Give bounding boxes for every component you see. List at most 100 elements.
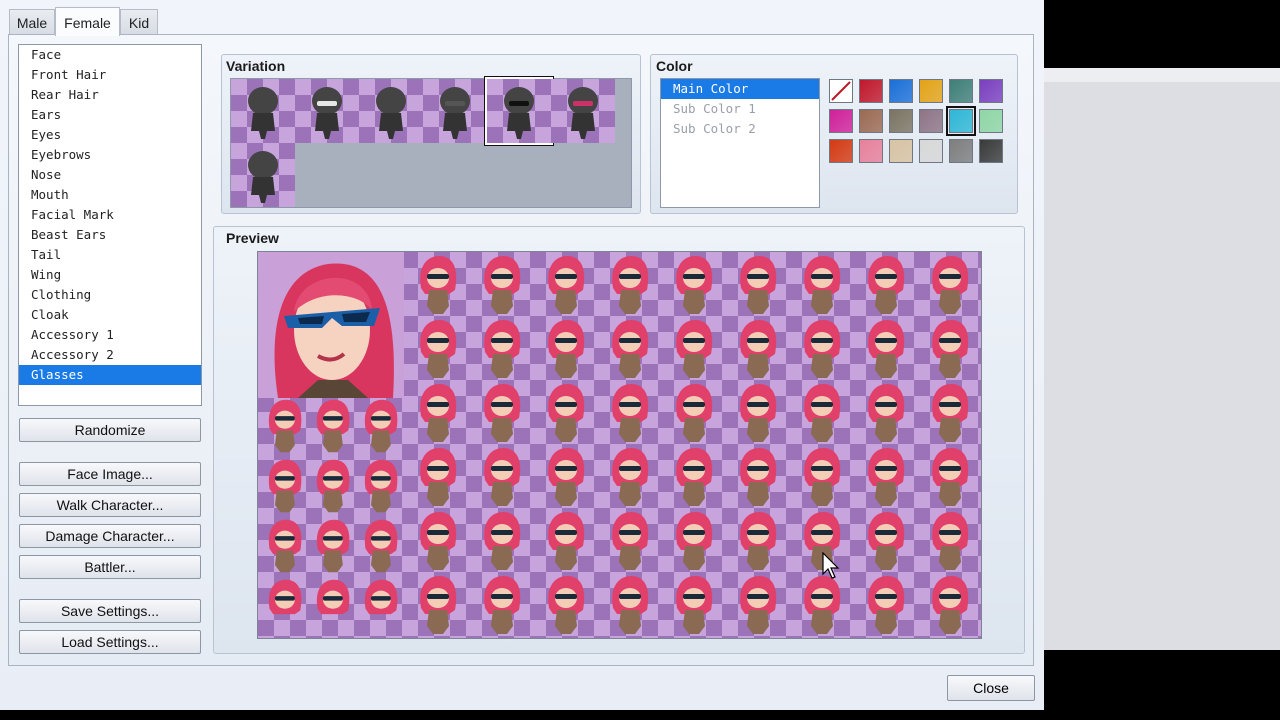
face-image-button[interactable]: Face Image... [19, 462, 201, 486]
tab-female[interactable]: Female [55, 7, 120, 36]
part-item-clothing[interactable]: Clothing [19, 285, 201, 305]
color-title: Color [656, 58, 693, 74]
character-sprite [539, 446, 591, 508]
character-sprite [795, 254, 847, 316]
character-sprite [795, 382, 847, 444]
character-sprite [731, 446, 783, 508]
character-sprite [475, 574, 527, 636]
variation-option[interactable] [551, 79, 615, 143]
part-item-nose[interactable]: Nose [19, 165, 201, 185]
color-swatch[interactable] [859, 109, 883, 133]
character-sprite [539, 510, 591, 572]
part-item-accessory-2[interactable]: Accessory 2 [19, 345, 201, 365]
color-item-sub-1[interactable]: Sub Color 1 [661, 99, 819, 119]
character-sprite [859, 382, 911, 444]
variation-option[interactable] [485, 77, 553, 145]
part-item-front-hair[interactable]: Front Hair [19, 65, 201, 85]
part-item-cloak[interactable]: Cloak [19, 305, 201, 325]
part-item-rear-hair[interactable]: Rear Hair [19, 85, 201, 105]
character-sprite [667, 574, 719, 636]
character-sprite [539, 574, 591, 636]
part-item-face[interactable]: Face [19, 45, 201, 65]
character-sprite [731, 574, 783, 636]
character-sprite [923, 574, 975, 636]
character-sprite [310, 458, 354, 514]
background-window [1044, 82, 1280, 650]
color-item-main[interactable]: Main Color [661, 79, 819, 99]
character-sprite [923, 382, 975, 444]
part-item-mouth[interactable]: Mouth [19, 185, 201, 205]
tab-male[interactable]: Male [9, 9, 55, 35]
variation-none-option[interactable] [231, 79, 295, 143]
character-sprite [731, 510, 783, 572]
color-swatch[interactable] [889, 109, 913, 133]
character-sprite [603, 574, 655, 636]
character-sprite [795, 446, 847, 508]
character-sprite [411, 510, 463, 572]
color-swatch[interactable] [979, 139, 1003, 163]
face-portrait [258, 252, 404, 398]
part-item-wing[interactable]: Wing [19, 265, 201, 285]
part-item-beast-ears[interactable]: Beast Ears [19, 225, 201, 245]
character-sprite [731, 318, 783, 380]
part-item-eyes[interactable]: Eyes [19, 125, 201, 145]
close-button[interactable]: Close [947, 675, 1035, 701]
character-sprite [859, 446, 911, 508]
color-swatch[interactable] [829, 139, 853, 163]
color-swatch[interactable] [859, 79, 883, 103]
character-sprite [731, 382, 783, 444]
color-swatch[interactable] [919, 109, 943, 133]
variation-option[interactable] [295, 79, 359, 143]
color-swatch[interactable] [889, 79, 913, 103]
character-sprite [859, 574, 911, 636]
color-swatch[interactable] [949, 79, 973, 103]
save-settings-button[interactable]: Save Settings... [19, 599, 201, 623]
character-sprite [667, 446, 719, 508]
part-item-tail[interactable]: Tail [19, 245, 201, 265]
color-swatch[interactable] [859, 139, 883, 163]
color-target-list[interactable]: Main Color Sub Color 1 Sub Color 2 [660, 78, 820, 208]
variation-option[interactable] [359, 79, 423, 143]
character-sprite [262, 398, 306, 454]
color-swatch[interactable] [829, 109, 853, 133]
color-swatch[interactable] [979, 79, 1003, 103]
walk-character-button[interactable]: Walk Character... [19, 493, 201, 517]
character-sprite [667, 382, 719, 444]
variation-option[interactable] [423, 79, 487, 143]
variation-grid[interactable] [230, 77, 632, 208]
character-sprite [358, 398, 402, 454]
character-sprite [539, 318, 591, 380]
color-swatch[interactable] [949, 139, 973, 163]
character-sprite [475, 254, 527, 316]
part-item-accessory-1[interactable]: Accessory 1 [19, 325, 201, 345]
part-item-eyebrows[interactable]: Eyebrows [19, 145, 201, 165]
no-color-swatch[interactable] [829, 79, 853, 103]
color-swatch[interactable] [919, 139, 943, 163]
character-sprite [923, 254, 975, 316]
color-swatch[interactable] [889, 139, 913, 163]
color-swatch[interactable] [979, 109, 1003, 133]
load-settings-button[interactable]: Load Settings... [19, 630, 201, 654]
character-sprite [358, 518, 402, 574]
damage-character-button[interactable]: Damage Character... [19, 524, 201, 548]
randomize-button[interactable]: Randomize [19, 418, 201, 442]
character-sprite [923, 510, 975, 572]
character-sprite [603, 318, 655, 380]
part-item-ears[interactable]: Ears [19, 105, 201, 125]
preview-canvas [257, 251, 982, 639]
part-item-glasses[interactable]: Glasses [19, 365, 201, 385]
character-sprite [539, 382, 591, 444]
color-swatch[interactable] [946, 106, 976, 136]
character-sprite [603, 254, 655, 316]
character-sprite [603, 382, 655, 444]
color-swatch[interactable] [919, 79, 943, 103]
variation-option[interactable] [231, 143, 295, 207]
parts-list[interactable]: Face Front Hair Rear Hair Ears Eyes Eyeb… [18, 44, 202, 406]
tab-kid[interactable]: Kid [120, 9, 158, 35]
character-sprite [667, 318, 719, 380]
part-item-facial-mark[interactable]: Facial Mark [19, 205, 201, 225]
character-sprite [310, 398, 354, 454]
character-sprite [411, 254, 463, 316]
color-item-sub-2[interactable]: Sub Color 2 [661, 119, 819, 139]
battler-button[interactable]: Battler... [19, 555, 201, 579]
